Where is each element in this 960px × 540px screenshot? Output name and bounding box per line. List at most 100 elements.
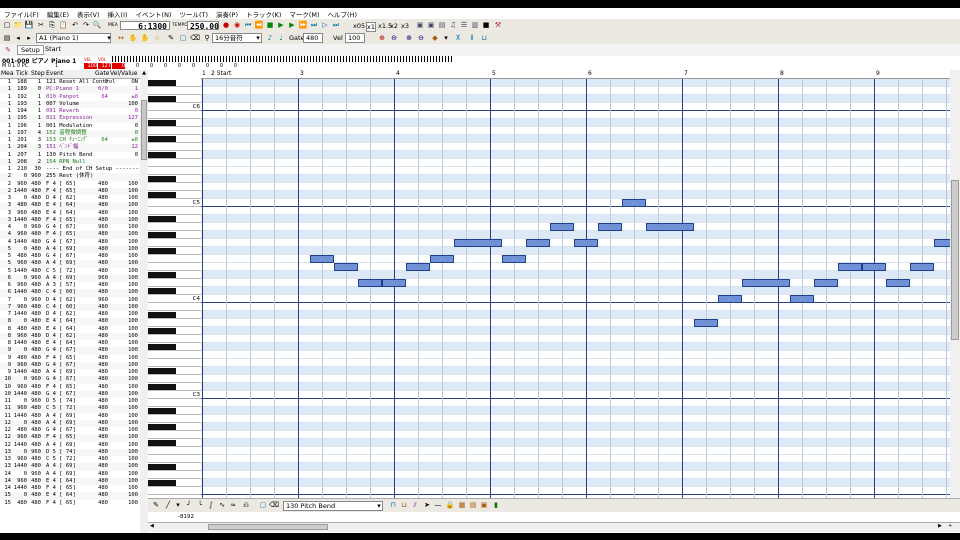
piano-roll-icon[interactable]: ▤ <box>437 20 447 30</box>
window-2-icon[interactable]: ▣ <box>426 20 436 30</box>
black-key[interactable] <box>148 136 176 142</box>
menu-item[interactable]: 編集(E) <box>43 9 73 19</box>
black-key[interactable] <box>148 232 176 238</box>
white-key[interactable] <box>148 487 201 495</box>
record-step-icon[interactable]: ◉ <box>232 20 242 30</box>
vscroll-thumb[interactable] <box>951 180 959 340</box>
ctrl-lane-icon[interactable]: ⫴ <box>467 33 477 43</box>
port-dropdown-icon[interactable]: ▾ <box>104 33 114 43</box>
table-row[interactable]: 4 0 960 G 4 [ 67] 960 100 <box>0 224 140 232</box>
scroll-up-icon[interactable]: ▲ <box>141 70 147 76</box>
table-row[interactable]: 10 960 480 F 4 [ 65] 480 100 <box>0 383 140 391</box>
menu-item[interactable]: ツール(T) <box>175 9 212 19</box>
table-row[interactable]: 14 960 480 E 4 [ 64] 480 100 <box>0 477 140 485</box>
rewind-start-icon[interactable]: ⏮ <box>243 20 253 30</box>
table-row[interactable]: 7 960 480 C 4 [ 60] 480 100 <box>0 303 140 311</box>
menu-item[interactable]: 演奏(P) <box>212 9 242 19</box>
ctrl-curve-2-icon[interactable]: ╰ <box>195 500 205 510</box>
note-block[interactable] <box>694 319 718 327</box>
table-row[interactable]: 2 960 480 F 4 [ 65] 480 100 <box>0 180 140 188</box>
table-row[interactable]: 3 0 480 D 4 [ 62] 480 100 <box>0 195 140 203</box>
note-block[interactable] <box>742 279 790 287</box>
eraser-icon[interactable]: ⌫ <box>190 33 200 43</box>
table-row[interactable]: 4 1440 480 G 4 [ 67] 480 100 <box>0 238 140 246</box>
white-key[interactable] <box>148 127 201 135</box>
table-row[interactable]: 8 480 480 E 4 [ 64] 480 100 <box>0 325 140 333</box>
note-block[interactable] <box>334 263 358 271</box>
note-block[interactable] <box>382 279 406 287</box>
find-icon[interactable]: 🔍 <box>92 20 102 30</box>
staff-icon[interactable]: ▥ <box>470 20 480 30</box>
note-block[interactable] <box>622 199 646 207</box>
param-value[interactable]: 0 <box>126 63 139 69</box>
black-key[interactable] <box>148 424 176 430</box>
table-row[interactable]: 3 1440 480 F 4 [ 65] 480 100 <box>0 216 140 224</box>
black-key[interactable] <box>148 152 176 158</box>
mini-keyboard[interactable] <box>112 56 452 62</box>
black-key[interactable] <box>148 192 176 198</box>
white-key[interactable] <box>148 183 201 191</box>
white-key[interactable] <box>148 415 201 423</box>
table-row[interactable]: 9 480 480 F 4 [ 65] 480 100 <box>0 354 140 362</box>
ctrl-lock-icon[interactable]: 🔒 <box>445 500 455 510</box>
note-block[interactable] <box>814 279 838 287</box>
white-key[interactable] <box>148 303 201 311</box>
ctrl-arrow-icon[interactable]: ➤ <box>422 500 432 510</box>
select-tool-icon[interactable]: ✋ <box>128 33 138 43</box>
thru-icon[interactable]: ↔ <box>116 33 126 43</box>
speed-x3[interactable]: x3 <box>401 22 409 30</box>
rewind-icon[interactable]: ⏪ <box>254 20 264 30</box>
hand-tool-icon[interactable]: ✋ <box>140 33 150 43</box>
table-row[interactable]: 10 0 960 G 4 [ 67] 480 100 <box>0 376 140 384</box>
table-row[interactable]: 3 960 480 E 4 [ 64] 480 100 <box>0 209 140 217</box>
table-row[interactable]: 1 204 3 151 ﾍﾞﾝﾄﾞ幅 12 <box>0 144 140 152</box>
piano-roll-grid[interactable]: 1 2 Start 3 4 5 6 7 8 9 <box>201 70 950 498</box>
ctrl-reset-icon[interactable]: ⎌ <box>241 500 251 510</box>
ctrl-mark-icon[interactable]: ▣ <box>479 500 489 510</box>
param-value[interactable]: 0 <box>168 63 181 69</box>
param-value[interactable]: 0 <box>154 63 167 69</box>
play-icon[interactable]: ▶ <box>276 20 286 30</box>
ctrl-curve-4-icon[interactable]: ∿ <box>217 500 227 510</box>
color-dropdown-icon[interactable]: ▾ <box>441 33 451 43</box>
white-key[interactable] <box>148 319 201 327</box>
note-block[interactable] <box>598 223 622 231</box>
table-row[interactable]: 1 193 1 007 Volume 100 <box>0 100 140 108</box>
redo-icon[interactable]: ↷ <box>81 20 91 30</box>
note-block[interactable] <box>358 279 382 287</box>
stop-icon[interactable]: ■ <box>265 20 275 30</box>
ruler-mark[interactable]: 8 <box>780 70 784 77</box>
menu-item[interactable]: 表示(V) <box>73 9 104 19</box>
black-key[interactable] <box>148 408 176 414</box>
speed-x1[interactable]: x1 <box>366 22 376 32</box>
table-row[interactable]: 1 188 1 121 Reset All Control 0 ON <box>0 79 140 87</box>
table-row[interactable]: 13 960 480 C 5 [ 72] 480 100 <box>0 456 140 464</box>
black-key[interactable] <box>148 464 176 470</box>
table-row[interactable]: 15 0 480 E 4 [ 64] 480 100 <box>0 492 140 500</box>
snap-icon[interactable]: ⚲ <box>202 33 212 43</box>
table-row[interactable]: 1 208 2 154 RPN Null <box>0 158 140 166</box>
piano-keyboard[interactable]: C6 C5 C4 C3 <box>148 70 202 498</box>
filter-icon[interactable]: ⊼ <box>453 33 463 43</box>
white-key[interactable] <box>148 87 201 95</box>
port-select[interactable]: A1 (Piano 1) <box>36 33 111 43</box>
table-row[interactable]: 12 960 480 F 4 [ 65] 480 100 <box>0 434 140 442</box>
white-key[interactable] <box>148 359 201 367</box>
new-file-icon[interactable]: ▢ <box>2 20 12 30</box>
black-key[interactable] <box>148 384 176 390</box>
table-row[interactable]: 9 1440 480 A 4 [ 69] 480 100 <box>0 369 140 377</box>
score-icon[interactable]: ♫ <box>448 20 458 30</box>
forward-end-icon[interactable]: ▷ <box>320 20 330 30</box>
black-key[interactable] <box>148 216 176 222</box>
param-value[interactable]: 0 <box>196 63 209 69</box>
black-key[interactable] <box>148 288 176 294</box>
table-row[interactable]: 1 196 1 001 Modulation 0 <box>0 122 140 130</box>
note-block[interactable] <box>310 255 334 263</box>
table-row[interactable]: 6 1440 480 C 4 [ 60] 480 100 <box>0 289 140 297</box>
black-key[interactable] <box>148 80 176 86</box>
note-block[interactable] <box>886 279 910 287</box>
table-row[interactable]: 13 0 960 D 5 [ 74] 480 100 <box>0 448 140 456</box>
open-file-icon[interactable]: 📁 <box>13 20 23 30</box>
ruler-mark[interactable]: 6 <box>588 70 592 77</box>
track-list-icon[interactable]: ▤ <box>2 33 12 43</box>
